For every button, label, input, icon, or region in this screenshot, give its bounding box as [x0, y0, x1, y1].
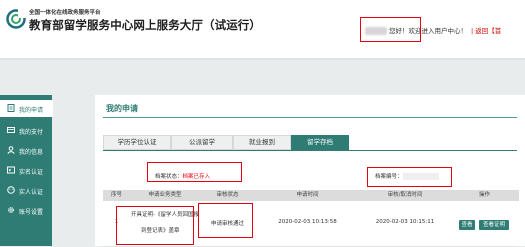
header-divider [0, 58, 525, 60]
tab-study-abroad-archive[interactable]: 留学存档 [291, 135, 349, 150]
sidebar-item-my-payments[interactable]: 我的支付 [0, 122, 52, 139]
highlight-application-type [116, 206, 194, 245]
column-header-type: 申请业务类型 [148, 192, 182, 198]
column-header-index: 序号 [110, 192, 122, 198]
row-apply-time: 2020-02-03 10:13:58 [278, 219, 337, 225]
face-icon [7, 186, 15, 194]
page-title: 我的申请 [106, 104, 138, 113]
sidebar-item-label: 我的申请 [19, 107, 44, 114]
view-button[interactable]: 查看 [459, 220, 475, 230]
tab-underline [103, 150, 517, 151]
sidebar-item-label: 实人认证 [19, 189, 44, 196]
user-info-icon [7, 146, 15, 154]
gear-icon [8, 207, 14, 213]
back-home-link[interactable]: 返回【首 [475, 27, 501, 35]
highlight-username [360, 17, 421, 42]
highlight-review-status [198, 203, 253, 238]
main-panel: 我的申请 学历学位认证 公派留学 就业报到 留学存档 档案状态：档案已存入 档案… [95, 95, 525, 247]
view-certificate-button[interactable]: 查看证明 [479, 220, 509, 230]
sidebar-item-my-info[interactable]: 我的信息 [0, 142, 52, 159]
highlight-archive-code [367, 167, 452, 187]
header: 全国一体化在线政务服务平台 教育部留学服务中心网上服务大厅（试运行） 您好！欢迎… [0, 0, 525, 60]
row-review-time: 2020-02-03 10:15:11 [375, 219, 435, 225]
sidebar-item-label: 我的支付 [19, 129, 44, 136]
column-header-actions: 操作 [478, 192, 490, 198]
document-icon [7, 104, 15, 112]
sidebar-item-my-applications[interactable]: 我的申请 [0, 100, 53, 117]
sidebar-item-person-auth[interactable]: 实人认证 [0, 182, 52, 199]
site-logo-icon [6, 9, 26, 29]
platform-name: 全国一体化在线政务服务平台 [29, 10, 101, 16]
sidebar-item-account-settings[interactable]: 账号设置 [0, 202, 52, 219]
id-card-icon [7, 166, 15, 174]
table-header: 序号 申请业务类型 审核状态 申请时间 审核/取消时间 操作 [103, 190, 519, 201]
title-divider [103, 117, 517, 118]
tab-degree-certification[interactable]: 学历学位认证 [103, 135, 171, 150]
column-header-status: 审核状态 [216, 192, 239, 198]
tab-employment-registration[interactable]: 就业报到 [233, 135, 291, 150]
sidebar: 我的申请 我的支付 我的信息 实名认证 实人认证 账号设置 [0, 95, 53, 246]
sidebar-item-label: 实名认证 [19, 169, 44, 176]
site-title[interactable]: 教育部留学服务中心网上服务大厅（试运行） [29, 17, 261, 33]
column-header-review-time: 审核/取消时间 [387, 192, 423, 198]
sidebar-item-real-name-auth[interactable]: 实名认证 [0, 162, 52, 179]
highlight-archive-status [147, 162, 242, 182]
column-header-apply-time: 申请时间 [296, 192, 319, 198]
tab-government-study-abroad[interactable]: 公派留学 [171, 135, 233, 150]
sidebar-item-label: 账号设置 [19, 209, 44, 216]
wallet-icon [7, 127, 15, 133]
sidebar-item-label: 我的信息 [19, 149, 44, 156]
